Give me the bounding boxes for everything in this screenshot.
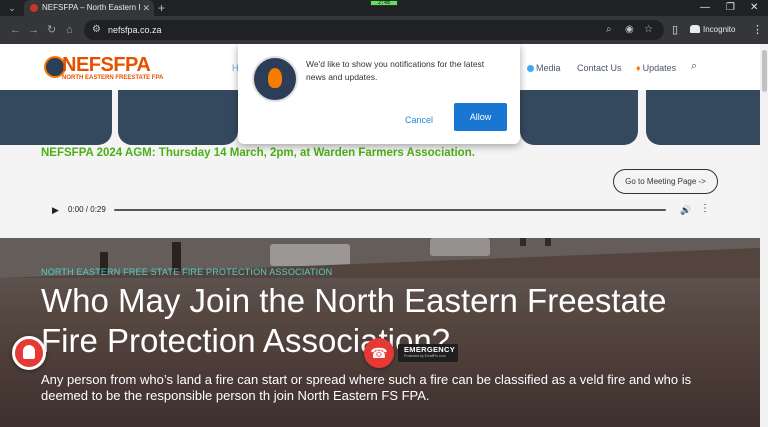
banner-segment: [646, 90, 760, 145]
audio-seek-bar[interactable]: [114, 209, 666, 211]
site-favicon-icon: [30, 4, 38, 12]
nav-media-link[interactable]: Media: [527, 62, 561, 74]
sidepanel-icon[interactable]: ▯: [672, 23, 678, 37]
address-bar[interactable]: ⚙ nefsfpa.co.za ⌕ ◉ ☆: [84, 20, 664, 40]
reload-icon[interactable]: ↻: [47, 23, 56, 37]
tab-close-icon[interactable]: ✕: [142, 2, 150, 14]
meeting-page-button[interactable]: Go to Meeting Page ->: [613, 169, 718, 194]
incognito-label: Incognito: [703, 25, 736, 34]
banner-segment: [118, 90, 238, 145]
audio-more-icon[interactable]: ⋮: [700, 203, 710, 215]
site-logo-subtitle: NORTH EASTERN FREESTATE FPA: [62, 75, 164, 81]
audio-time: 0:00 / 0:29: [68, 205, 106, 214]
nav-updates-link[interactable]: ♦ Updates: [636, 62, 676, 74]
incognito-icon: [690, 25, 700, 33]
minimize-button[interactable]: —: [700, 1, 710, 15]
emergency-call-button[interactable]: ☎: [364, 338, 394, 368]
dialog-logo-icon: [252, 56, 298, 102]
emergency-badge[interactable]: EMERGENCY Protected by EmailFix.com: [398, 344, 458, 362]
play-icon[interactable]: ▶: [52, 204, 59, 216]
hero-body: Any person from who’s land a fire can st…: [41, 372, 692, 403]
audio-player: ▶ 0:00 / 0:29 🔊 ⋮: [40, 200, 720, 220]
nav-contact-link[interactable]: Contact Us: [577, 62, 622, 74]
dialog-cancel-button[interactable]: Cancel: [393, 110, 445, 130]
eye-off-icon[interactable]: ◉: [625, 23, 634, 37]
hero-kicker: NORTH EASTERN FREE STATE FIRE PROTECTION…: [41, 267, 333, 277]
bell-icon: [23, 345, 35, 359]
flame-icon: [268, 68, 282, 88]
agm-announcement: NEFSFPA 2024 AGM: Thursday 14 March, 2pm…: [41, 147, 475, 159]
site-info-icon[interactable]: ⚙: [92, 23, 101, 37]
zoom-icon[interactable]: ⌕: [606, 23, 612, 37]
home-icon[interactable]: ⌂: [66, 23, 73, 37]
browser-toolbar: ← → ↻ ⌂ ⚙ nefsfpa.co.za ⌕ ◉ ☆ ▯ Incognit…: [0, 16, 768, 44]
nav-updates-label: Updates: [642, 63, 677, 73]
banner-segment: [0, 90, 112, 145]
address-url[interactable]: nefsfpa.co.za: [108, 24, 162, 36]
tab-search-icon[interactable]: ⌄: [4, 2, 20, 14]
browser-menu-icon[interactable]: ⋮: [752, 23, 763, 37]
flame-icon: ♦: [636, 63, 641, 73]
tab-title: NEFSFPA – North Eastern Free S: [42, 3, 140, 12]
restore-button[interactable]: ❐: [726, 1, 735, 15]
site-logo[interactable]: NEFSFPA: [62, 55, 151, 75]
back-icon[interactable]: ←: [10, 23, 21, 37]
media-icon: [527, 65, 534, 72]
dialog-allow-button[interactable]: Allow: [454, 103, 507, 131]
close-window-button[interactable]: ✕: [750, 1, 758, 15]
new-tab-button[interactable]: +: [158, 1, 165, 15]
browser-tab[interactable]: NEFSFPA – North Eastern Free S ✕: [24, 0, 154, 16]
web-page: NEFSFPA NORTH EASTERN FREESTATE FPA H Me…: [0, 44, 760, 427]
page-scrollbar[interactable]: [760, 44, 768, 427]
phone-icon: ☎: [370, 345, 388, 361]
battery-indicator: 2:48: [370, 0, 398, 6]
volume-icon[interactable]: 🔊: [680, 204, 691, 216]
browser-tabbar: ⌄ NEFSFPA – North Eastern Free S ✕ + 2:4…: [0, 0, 768, 16]
incognito-badge[interactable]: Incognito: [690, 23, 735, 37]
dialog-message: We'd like to show you notifications for …: [306, 59, 485, 82]
bookmark-star-icon[interactable]: ☆: [644, 23, 653, 37]
emergency-sublabel: Protected by EmailFix.com: [404, 354, 446, 358]
site-search-icon[interactable]: ⌕: [691, 59, 697, 73]
notification-permission-dialog: We'd like to show you notifications for …: [238, 44, 520, 144]
notification-bell-button[interactable]: [12, 336, 46, 370]
banner-segment: [520, 90, 638, 145]
nav-media-label: Media: [536, 63, 561, 73]
page-scrollbar-thumb[interactable]: [762, 50, 767, 92]
forward-icon[interactable]: →: [28, 23, 39, 37]
hero-section: NORTH EASTERN FREE STATE FIRE PROTECTION…: [0, 238, 760, 427]
